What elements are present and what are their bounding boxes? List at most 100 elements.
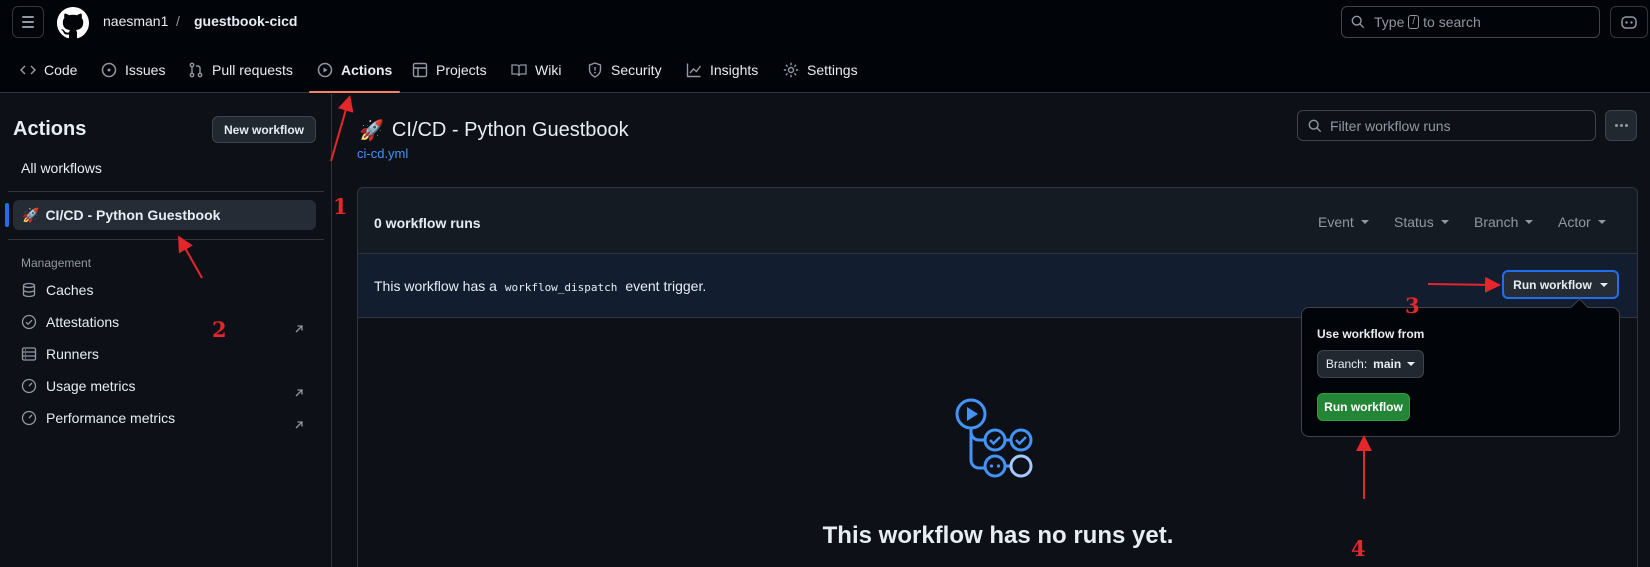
tab-security[interactable]: Security — [587, 47, 662, 93]
chevron-down-icon — [1407, 362, 1416, 366]
table-icon — [412, 62, 428, 78]
github-logo-icon[interactable] — [57, 7, 89, 39]
annotation-number-4: 4 — [1351, 536, 1366, 561]
actions-sidebar: Actions New workflow All workflows 🚀 CI/… — [0, 94, 332, 567]
tab-pull-requests[interactable]: Pull requests — [188, 47, 293, 93]
tab-label: Pull requests — [212, 62, 293, 78]
management-heading: Management — [21, 256, 92, 270]
sidebar-item-attestations[interactable]: Attestations — [21, 312, 119, 332]
breadcrumb-owner[interactable]: naesman1 — [103, 13, 168, 29]
new-workflow-button[interactable]: New workflow — [212, 116, 316, 143]
tab-label: Projects — [436, 62, 487, 78]
external-link-icon — [295, 325, 303, 333]
book-icon — [511, 64, 527, 77]
annotation-number-1: 1 — [333, 194, 348, 219]
search-icon — [1351, 15, 1365, 29]
workflow-file-link[interactable]: ci-cd.yml — [357, 146, 408, 161]
empty-state-text: This workflow has no runs yet. — [822, 522, 1174, 549]
run-workflow-dropdown: Use workflow from Branch: main Run workf… — [1301, 307, 1620, 437]
selected-indicator — [5, 203, 9, 227]
confirm-run-workflow-button[interactable]: Run workflow — [1317, 393, 1410, 421]
meter-icon — [21, 410, 37, 426]
filter-label: Status — [1394, 214, 1434, 230]
chevron-down-icon — [1360, 220, 1369, 224]
meter-icon — [21, 378, 37, 394]
breadcrumb-repo[interactable]: guestbook-cicd — [194, 13, 297, 29]
tab-projects[interactable]: Projects — [412, 47, 487, 93]
branch-select-button[interactable]: Branch: main — [1317, 350, 1424, 378]
copilot-icon — [1621, 16, 1637, 29]
tab-issues[interactable]: Issues — [101, 47, 165, 93]
run-workflow-label: Run workflow — [1513, 277, 1592, 292]
branch-value: main — [1373, 357, 1402, 371]
external-link-icon — [295, 421, 303, 429]
filter-label: Event — [1318, 214, 1354, 230]
filter-placeholder: Filter workflow runs — [1330, 117, 1451, 134]
workflow-empty-illustration-icon — [955, 398, 1033, 478]
rocket-icon: 🚀 — [22, 206, 40, 223]
workflow-name: CI/CD - Python Guestbook — [45, 207, 221, 223]
global-header: naesman1 / guestbook-cicd Type / to sear… — [0, 0, 1650, 93]
actor-filter-dropdown[interactable]: Actor — [1558, 214, 1606, 230]
tab-insights[interactable]: Insights — [686, 47, 758, 93]
tab-wiki[interactable]: Wiki — [511, 47, 561, 93]
sidebar-item-label: Runners — [46, 346, 99, 362]
chevron-down-icon — [1597, 220, 1606, 224]
sidebar-item-label: Usage metrics — [46, 378, 136, 394]
filter-label: Actor — [1558, 214, 1591, 230]
sidebar-divider — [8, 191, 324, 192]
sidebar-item-caches[interactable]: Caches — [21, 280, 93, 300]
global-search-input[interactable]: Type / to search — [1341, 6, 1600, 38]
trigger-suffix: event trigger. — [625, 278, 707, 294]
tab-label: Insights — [710, 62, 759, 78]
issue-icon — [101, 62, 117, 78]
workflow-title: CI/CD - Python Guestbook — [391, 119, 629, 141]
verified-icon — [21, 314, 37, 330]
copilot-button[interactable] — [1610, 6, 1648, 38]
trigger-message: This workflow has a workflow_dispatch ev… — [374, 278, 706, 294]
shield-icon — [588, 62, 602, 78]
trigger-code: workflow_dispatch — [504, 281, 618, 294]
breadcrumb-separator: / — [176, 13, 180, 29]
gear-icon — [783, 62, 799, 78]
filter-label: Branch — [1474, 214, 1519, 230]
chevron-down-icon — [1525, 220, 1534, 224]
rocket-icon: 🚀 — [359, 120, 384, 142]
tab-label: Issues — [125, 62, 166, 78]
sidebar-item-workflow[interactable]: 🚀 CI/CD - Python Guestbook — [13, 200, 316, 230]
tab-label: Code — [44, 62, 78, 78]
search-prefix-text: Type — [1374, 14, 1405, 30]
tab-code[interactable]: Code — [20, 47, 77, 93]
search-shortcut-key: / — [1408, 15, 1420, 29]
chevron-down-icon — [1599, 282, 1608, 287]
branch-filter-dropdown[interactable]: Branch — [1474, 214, 1534, 230]
sidebar-item-label: Attestations — [46, 314, 120, 330]
all-workflows-link[interactable]: All workflows — [21, 160, 102, 176]
annotation-arrow-1 — [330, 95, 354, 162]
tab-label: Security — [611, 62, 662, 78]
search-suffix-text: to search — [1423, 14, 1481, 30]
repo-nav-tabs: Code Issues Pull requests Actions Projec… — [0, 47, 1650, 93]
sidebar-item-label: Performance metrics — [46, 410, 176, 426]
filter-runs-input[interactable]: Filter workflow runs — [1297, 110, 1596, 141]
annotation-number-2: 2 — [212, 317, 227, 342]
sidebar-item-runners[interactable]: Runners — [21, 344, 99, 364]
hamburger-menu-button[interactable] — [12, 6, 44, 38]
code-icon — [20, 65, 36, 75]
sidebar-item-usage-metrics[interactable]: Usage metrics — [21, 376, 135, 396]
more-options-button[interactable] — [1605, 110, 1637, 141]
annotation-number-3: 3 — [1405, 293, 1420, 318]
run-workflow-button[interactable]: Run workflow — [1502, 270, 1619, 299]
database-icon — [22, 282, 36, 298]
status-filter-dropdown[interactable]: Status — [1394, 214, 1449, 230]
sidebar-item-label: Caches — [46, 282, 94, 298]
sidebar-item-performance-metrics[interactable]: Performance metrics — [21, 408, 175, 428]
tab-settings[interactable]: Settings — [783, 47, 858, 93]
sidebar-divider — [8, 239, 324, 240]
tab-actions[interactable]: Actions — [308, 47, 401, 93]
tab-label: Settings — [807, 62, 858, 78]
sidebar-title: Actions — [13, 118, 87, 140]
event-filter-dropdown[interactable]: Event — [1318, 214, 1369, 230]
use-workflow-from-label: Use workflow from — [1317, 327, 1425, 341]
page-title: 🚀 CI/CD - Python Guestbook — [359, 118, 629, 143]
